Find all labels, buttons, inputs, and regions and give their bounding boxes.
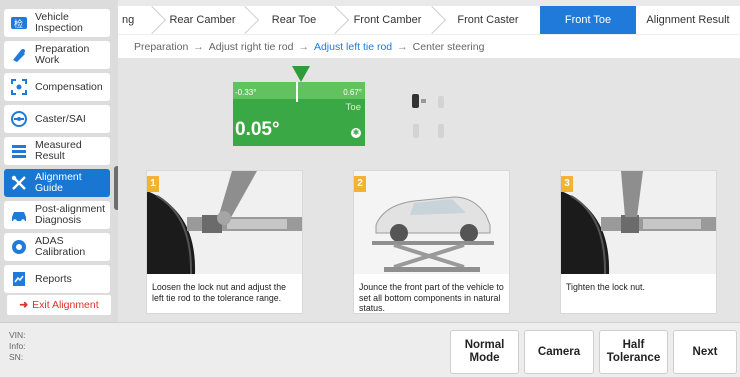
step-card-3: 3 Tighten the lock nut. bbox=[560, 170, 717, 314]
breadcrumb-item-preparation[interactable]: Preparation bbox=[134, 41, 188, 53]
preparation-icon bbox=[10, 46, 28, 64]
breadcrumb-item-adjust-right-tie-rod[interactable]: Adjust right tie rod bbox=[209, 41, 294, 53]
breadcrumb: Preparation → Adjust right tie rod → Adj… bbox=[118, 34, 740, 58]
sn-label: SN: bbox=[9, 352, 24, 362]
sidebar-item-caster-sai[interactable]: Caster/SAI bbox=[4, 105, 110, 133]
tab-front-toe[interactable]: Front Toe bbox=[540, 6, 636, 34]
gauge-max-label: 0.67° bbox=[343, 88, 362, 97]
adas-icon bbox=[10, 238, 28, 256]
step-1-illustration: 1 bbox=[147, 171, 302, 275]
tab-label: Rear Camber bbox=[169, 14, 236, 26]
exit-alignment-button[interactable]: ➜ Exit Alignment bbox=[6, 294, 112, 316]
camera-label: Camera bbox=[537, 345, 581, 358]
sidebar: 检 Vehicle Inspection Preparation Work Co… bbox=[0, 0, 118, 322]
gauge-name: Toe bbox=[345, 102, 361, 113]
sidebar-item-alignment-guide[interactable]: Alignment Guide bbox=[4, 169, 110, 197]
toe-gauge: -0.33° 0.67° Toe 0.05° ✱ bbox=[233, 82, 365, 146]
sidebar-item-compensation[interactable]: Compensation bbox=[4, 73, 110, 101]
camera-button[interactable]: Camera bbox=[524, 330, 594, 374]
sidebar-item-label: Post-alignment Diagnosis bbox=[35, 203, 106, 226]
reports-icon bbox=[10, 270, 28, 288]
tab-rear-camber[interactable]: Rear Camber bbox=[156, 6, 249, 34]
tab-label: ng bbox=[122, 14, 135, 26]
next-button[interactable]: Next bbox=[673, 330, 737, 374]
vehicle-inspection-icon: 检 bbox=[10, 14, 28, 32]
normal-mode-label: Normal Mode bbox=[464, 339, 505, 364]
step-3-text: Tighten the lock nut. bbox=[566, 282, 645, 292]
step-tabs: ng Rear Camber Rear Toe Front Camber Fro… bbox=[118, 6, 740, 34]
sidebar-item-label: Reports bbox=[35, 272, 72, 285]
sidebar-item-label: Measured Result bbox=[35, 139, 82, 162]
sidebar-item-label: Compensation bbox=[35, 80, 103, 93]
arrow-right-icon: → bbox=[397, 40, 408, 53]
sidebar-item-post-alignment-diagnosis[interactable]: Post-alignment Diagnosis bbox=[4, 201, 110, 229]
next-label: Next bbox=[692, 345, 718, 358]
gear-icon[interactable]: ✱ bbox=[351, 128, 361, 138]
wheel-status-diagram bbox=[410, 88, 455, 148]
car-icon bbox=[10, 206, 28, 224]
caster-icon bbox=[10, 110, 28, 128]
gauge-pointer-icon bbox=[292, 66, 310, 82]
compensation-icon bbox=[10, 78, 28, 96]
step-number-badge: 3 bbox=[561, 176, 573, 192]
tab-label: Front Toe bbox=[564, 14, 612, 26]
breadcrumb-item-center-steering[interactable]: Center steering bbox=[413, 41, 485, 53]
sidebar-item-label: Caster/SAI bbox=[35, 112, 86, 125]
step-number-badge: 2 bbox=[354, 176, 366, 192]
gauge-value: 0.05° bbox=[235, 119, 280, 140]
tab-label: Rear Toe bbox=[271, 14, 317, 26]
step-card-2: 2 Jounce the front part of the vehicle t… bbox=[353, 170, 510, 314]
sidebar-item-adas-calibration[interactable]: ADAS Calibration bbox=[4, 233, 110, 261]
half-tolerance-button[interactable]: Half Tolerance bbox=[599, 330, 668, 374]
bottom-bar: VIN: Info: SN: Normal Mode Camera Half T… bbox=[0, 322, 740, 377]
step-card-1: 1 Loosen the lock nut and adjust the lef… bbox=[146, 170, 303, 314]
svg-text:检: 检 bbox=[14, 18, 23, 30]
exit-icon: ➜ bbox=[19, 299, 29, 311]
sidebar-item-preparation-work[interactable]: Preparation Work bbox=[4, 41, 110, 69]
sidebar-item-label: ADAS Calibration bbox=[35, 235, 86, 258]
gauge-needle bbox=[296, 82, 298, 102]
tab-partial[interactable]: ng bbox=[118, 6, 156, 34]
info-label: Info: bbox=[9, 341, 26, 351]
tab-rear-toe[interactable]: Rear Toe bbox=[249, 6, 339, 34]
normal-mode-button[interactable]: Normal Mode bbox=[450, 330, 519, 374]
gauge-min-label: -0.33° bbox=[235, 88, 257, 97]
tab-alignment-result[interactable]: Alignment Result bbox=[636, 6, 740, 34]
sidebar-item-reports[interactable]: Reports bbox=[4, 265, 110, 293]
arrow-right-icon: → bbox=[193, 40, 204, 53]
vehicle-info: VIN: Info: SN: bbox=[9, 330, 26, 363]
sidebar-item-label: Alignment Guide bbox=[35, 171, 82, 194]
breadcrumb-item-adjust-left-tie-rod[interactable]: Adjust left tie rod bbox=[314, 41, 392, 53]
tab-front-caster[interactable]: Front Caster bbox=[436, 6, 540, 34]
vin-label: VIN: bbox=[9, 330, 26, 340]
tab-label: Front Camber bbox=[353, 14, 422, 26]
sidebar-item-vehicle-inspection[interactable]: 检 Vehicle Inspection bbox=[4, 9, 110, 37]
step-3-illustration: 3 bbox=[561, 171, 716, 275]
arrow-right-icon: → bbox=[298, 40, 309, 53]
measured-result-icon bbox=[10, 142, 28, 160]
sidebar-item-label: Preparation Work bbox=[35, 43, 90, 66]
step-2-illustration: 2 bbox=[354, 171, 509, 274]
half-tolerance-label: Half Tolerance bbox=[606, 339, 661, 364]
tab-label: Alignment Result bbox=[646, 14, 730, 26]
tools-icon bbox=[10, 174, 28, 192]
sidebar-item-label: Vehicle Inspection bbox=[35, 11, 83, 34]
step-number-badge: 1 bbox=[147, 176, 159, 192]
tab-front-camber[interactable]: Front Camber bbox=[339, 6, 436, 34]
exit-alignment-label: Exit Alignment bbox=[32, 299, 99, 311]
step-1-text: Loosen the lock nut and adjust the left … bbox=[152, 282, 287, 303]
step-2-text: Jounce the front part of the vehicle to … bbox=[359, 282, 504, 313]
sidebar-item-measured-result[interactable]: Measured Result bbox=[4, 137, 110, 165]
tab-label: Front Caster bbox=[457, 14, 519, 26]
